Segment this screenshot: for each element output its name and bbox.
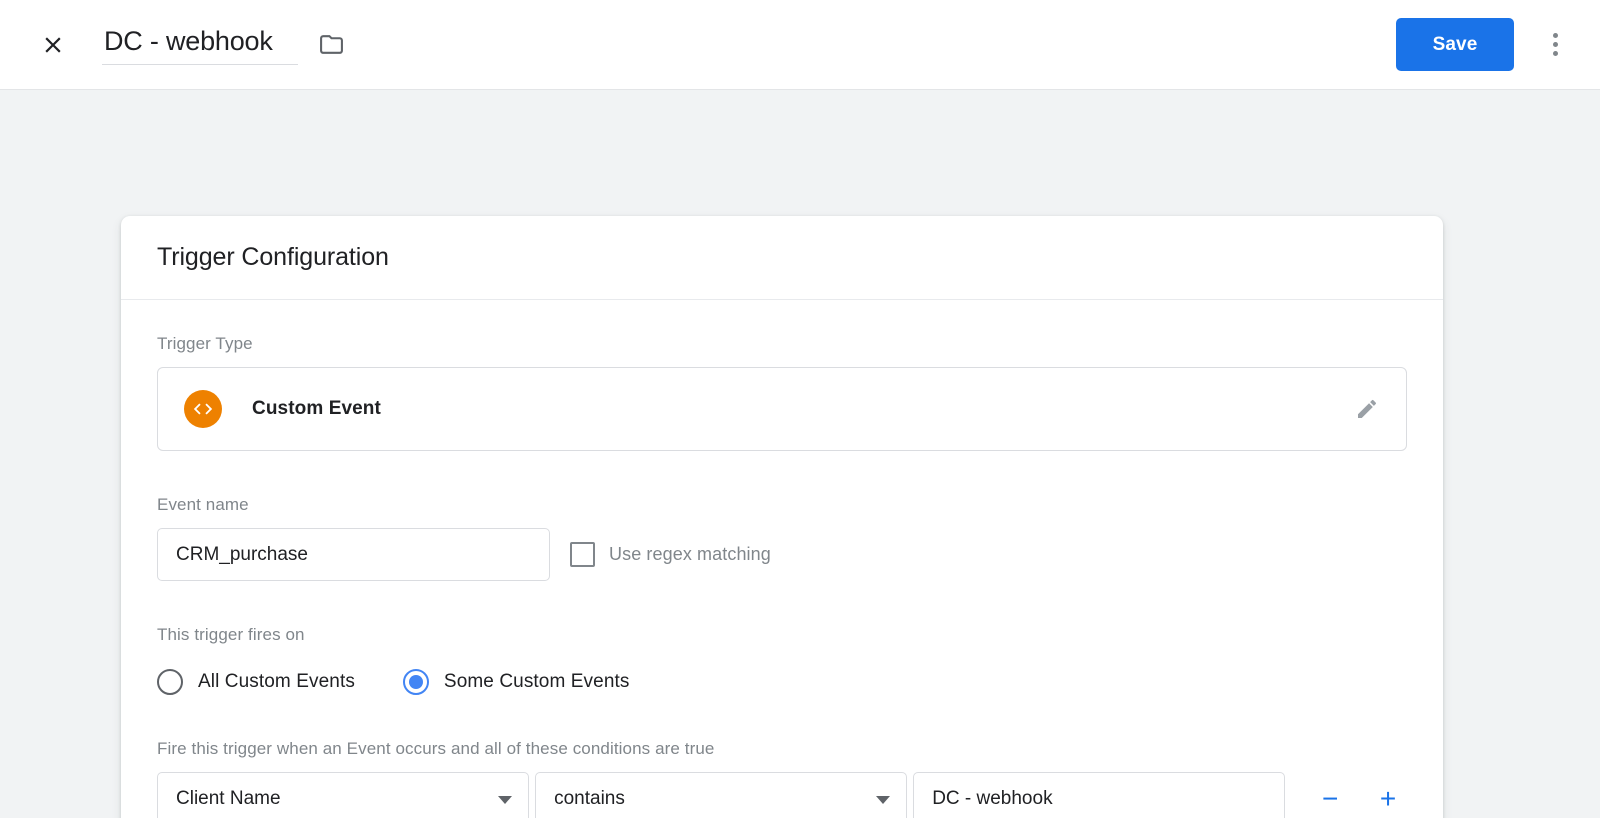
close-button[interactable] — [30, 22, 76, 68]
radio-all-custom-events-label: All Custom Events — [198, 671, 355, 692]
code-brackets-glyph — [193, 403, 213, 415]
radio-some-custom-events[interactable]: Some Custom Events — [402, 669, 630, 695]
code-brackets-icon — [184, 390, 222, 428]
radio-all-custom-events[interactable]: All Custom Events — [157, 669, 355, 695]
use-regex-matching-label: Use regex matching — [609, 544, 771, 564]
event-name-section: Event name Use regex matching — [157, 495, 1407, 581]
trigger-type-selector[interactable]: Custom Event — [157, 367, 1407, 451]
folder-icon — [319, 35, 343, 54]
fires-on-section: This trigger fires on All Custom Events … — [157, 625, 1407, 695]
trigger-name-input[interactable] — [102, 24, 298, 65]
trigger-configuration-card: Trigger Configuration Trigger Type Custo… — [121, 216, 1443, 818]
add-condition-button[interactable]: + — [1369, 780, 1407, 818]
trigger-title-group — [102, 24, 348, 65]
more-vert-icon-dot-1 — [1552, 33, 1558, 38]
use-regex-matching-checkbox[interactable]: Use regex matching — [570, 542, 771, 567]
radio-some-custom-events-label: Some Custom Events — [443, 671, 630, 692]
pencil-edit-icon — [1358, 399, 1377, 418]
event-name-input[interactable] — [157, 528, 550, 581]
main-canvas: Trigger Configuration Trigger Type Custo… — [0, 90, 1600, 818]
radio-dot — [408, 675, 423, 689]
condition-variable-select[interactable]: Client Name — [157, 772, 530, 818]
fires-on-label: This trigger fires on — [157, 625, 305, 644]
event-name-row: Use regex matching — [157, 528, 1407, 581]
chevron-down-icon — [876, 795, 891, 804]
event-name-label: Event name — [157, 495, 249, 514]
conditions-section: Fire this trigger when an Event occurs a… — [157, 739, 1407, 818]
more-vert-icon-dot-2 — [1552, 42, 1558, 47]
conditions-label: Fire this trigger when an Event occurs a… — [157, 739, 715, 758]
page-title: Trigger Configuration — [157, 243, 389, 271]
condition-row: Client Name contains − + — [157, 772, 1407, 818]
condition-operator-value: contains — [554, 787, 625, 809]
folder-button[interactable] — [314, 28, 348, 62]
card-header: Trigger Configuration — [121, 216, 1443, 300]
radio-icon-selected — [402, 669, 429, 695]
card-body: Trigger Type Custom Event Event name CRM… — [121, 300, 1443, 818]
trigger-type-value: Custom Event — [252, 398, 381, 419]
trigger-type-label: Trigger Type — [157, 334, 253, 353]
remove-condition-button[interactable]: − — [1311, 780, 1349, 818]
more-vert-icon-dot-3 — [1552, 51, 1558, 56]
condition-variable-value: Client Name — [176, 787, 281, 809]
app-bar: Save — [0, 0, 1600, 90]
close-icon — [45, 36, 61, 53]
radio-icon-unselected — [157, 669, 183, 695]
fires-on-radio-group: All Custom Events Some Custom Events — [157, 669, 1407, 695]
condition-operator-select[interactable]: contains — [535, 772, 908, 818]
save-button[interactable]: Save — [1396, 18, 1514, 71]
condition-value-input[interactable] — [913, 772, 1286, 818]
more-options-button[interactable] — [1532, 22, 1578, 68]
chevron-down-icon — [498, 795, 513, 804]
checkbox-icon — [570, 542, 595, 567]
edit-trigger-type-button[interactable] — [1350, 392, 1384, 426]
